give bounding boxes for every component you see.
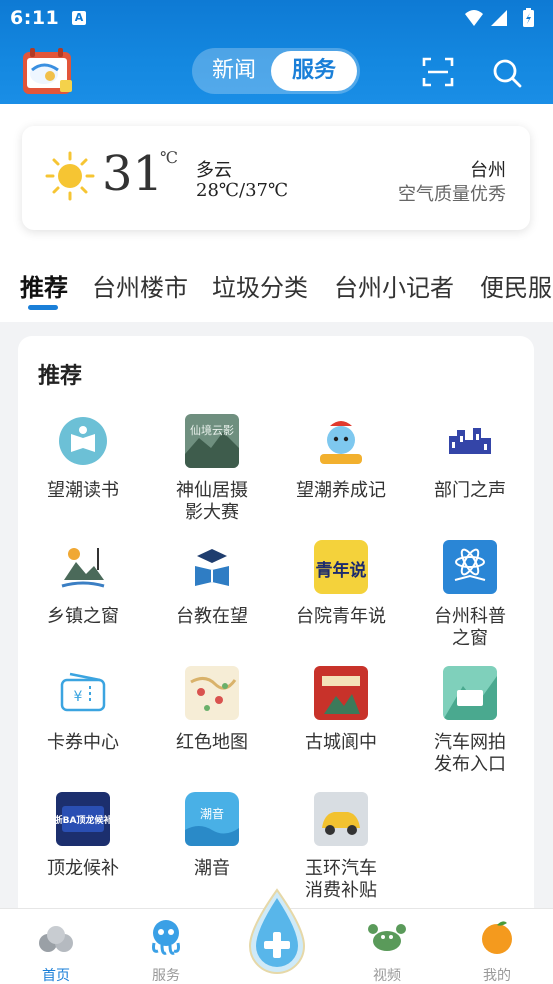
nav-label: 首页 — [42, 968, 70, 984]
tab-service[interactable]: 服务 — [271, 51, 357, 91]
recommend-card: 推荐 望潮读书 仙境云影 神仙居摄 影大赛 望潮养成记 部门之声 乡镇之窗 台教… — [18, 336, 534, 936]
grid-label: 潮音 — [194, 858, 230, 879]
air-quality: 空气质量优秀 — [398, 184, 506, 205]
grid-label: 顶龙候补 — [47, 858, 119, 879]
notification-icon: A — [72, 11, 86, 25]
grid-label: 台州科普 之窗 — [434, 606, 506, 649]
tab-taizhou-property[interactable]: 台州楼市 — [92, 268, 188, 303]
top-header: 6:11 A 新闻 服务 — [0, 0, 553, 104]
ancient-city-icon — [314, 666, 368, 720]
nav-mine[interactable]: 我的 — [457, 917, 537, 984]
grid-label: 红色地图 — [176, 732, 248, 753]
chaoyin-icon: 潮音 — [185, 792, 239, 846]
grid-item-reading[interactable]: 望潮读书 — [18, 414, 148, 502]
grid-item-yuhuan-car-subsidy[interactable]: 玉环汽车 消费补贴 — [276, 792, 406, 902]
atom-book-icon — [443, 540, 497, 594]
grid-label: 台院青年说 — [296, 606, 386, 627]
grid-item-coupon[interactable]: ¥ 卡券中心 — [18, 666, 148, 754]
book-reading-icon — [59, 417, 107, 465]
tab-news[interactable]: 新闻 — [192, 48, 276, 94]
grid-item-department[interactable]: 部门之声 — [405, 414, 535, 502]
tab-recommend[interactable]: 推荐 — [20, 268, 68, 303]
coupon-icon: ¥ — [56, 666, 110, 720]
grid-item-wangchao-growth[interactable]: 望潮养成记 — [276, 414, 406, 502]
qingnianshuo-icon-text: 青年说 — [316, 560, 367, 581]
tab-convenience[interactable]: 便民服 — [480, 268, 552, 303]
grid-label: 望潮养成记 — [296, 480, 386, 501]
grid-item-shenxianju-photo[interactable]: 仙境云影 神仙居摄 影大赛 — [147, 414, 277, 524]
sunny-icon — [45, 151, 95, 201]
map-icon — [185, 666, 239, 720]
chaoyin-icon-text: 潮音 — [200, 806, 224, 821]
grid-item-township[interactable]: 乡镇之窗 — [18, 540, 148, 628]
nav-label: 视频 — [373, 968, 401, 984]
tab-garbage-sorting[interactable]: 垃圾分类 — [212, 268, 308, 303]
weather-card[interactable]: 31 ℃ 多云 28℃/37℃ 台州 空气质量优秀 — [22, 126, 530, 230]
temperature-range: 28℃/37℃ — [196, 180, 289, 201]
grid-label: 古城阆中 — [305, 732, 377, 753]
grid-item-car-auction[interactable]: 汽车网拍 发布入口 — [405, 666, 535, 776]
grid-label: 汽车网拍 发布入口 — [434, 732, 506, 775]
status-time: 6:11 — [10, 7, 60, 29]
grid-item-education[interactable]: 台教在望 — [147, 540, 277, 628]
car-auction-icon — [443, 666, 497, 720]
grid-item-science[interactable]: 台州科普 之窗 — [405, 540, 535, 650]
tab-young-reporter[interactable]: 台州小记者 — [334, 268, 454, 303]
grid-label: 望潮读书 — [47, 480, 119, 501]
grid-label: 神仙居摄 影大赛 — [176, 480, 248, 523]
grid-item-ancient-city[interactable]: 古城阆中 — [276, 666, 406, 754]
grid-item-dinglong[interactable]: 浙BA顶龙候补 顶龙候补 — [18, 792, 148, 880]
grid-label: 乡镇之窗 — [47, 606, 119, 627]
scan-icon[interactable] — [420, 56, 456, 88]
township-icon — [56, 540, 110, 594]
grid-label: 卡券中心 — [47, 732, 119, 753]
home-cloud-icon — [39, 926, 73, 952]
shenxianju-icon-text: 仙境云影 — [190, 423, 234, 437]
app-logo-icon[interactable] — [20, 46, 74, 96]
svg-text:¥: ¥ — [74, 689, 83, 705]
nav-label: 服务 — [152, 968, 180, 984]
graduation-book-icon — [185, 540, 239, 594]
youth-talk-icon: 青年说 — [314, 540, 368, 594]
grid-item-chaoyin[interactable]: 潮音 潮音 — [147, 792, 277, 880]
nav-label: 我的 — [483, 968, 511, 984]
grid-label: 部门之声 — [434, 480, 506, 501]
crab-icon — [368, 924, 406, 951]
city-name: 台州 — [470, 160, 506, 181]
search-icon[interactable] — [490, 56, 524, 90]
status-icons — [465, 8, 534, 27]
license-plate-icon: 浙BA顶龙候补 — [54, 792, 112, 846]
yellow-car-icon — [314, 792, 368, 846]
active-tab-indicator — [28, 305, 58, 310]
category-tabs: 推荐 台州楼市 垃圾分类 台州小记者 便民服 — [0, 268, 553, 314]
nav-home[interactable]: 首页 — [16, 917, 96, 984]
center-publish-button[interactable] — [242, 888, 312, 976]
grid-label: 台教在望 — [176, 606, 248, 627]
status-bar: 6:11 A — [0, 0, 553, 36]
octopus-icon — [152, 920, 180, 955]
dinglong-icon-text: 浙BA顶龙候补 — [56, 814, 110, 826]
grid-item-red-map[interactable]: 红色地图 — [147, 666, 277, 754]
nav-service[interactable]: 服务 — [126, 917, 206, 984]
temperature: 31 — [102, 146, 164, 202]
temperature-unit: ℃ — [160, 148, 178, 167]
nav-video[interactable]: 视频 — [347, 917, 427, 984]
mountain-photo-icon: 仙境云影 — [185, 414, 239, 468]
wifi-icon — [465, 10, 483, 26]
battery-icon — [523, 8, 534, 27]
mascot-icon — [314, 414, 368, 468]
grid-item-youth-talk[interactable]: 青年说 台院青年说 — [276, 540, 406, 628]
orange-icon — [482, 921, 512, 954]
recommend-title: 推荐 — [38, 364, 83, 389]
buildings-icon — [443, 414, 497, 468]
news-service-switch: 新闻 服务 — [192, 48, 360, 94]
weather-condition: 多云 — [196, 160, 232, 181]
signal-icon — [491, 10, 507, 26]
